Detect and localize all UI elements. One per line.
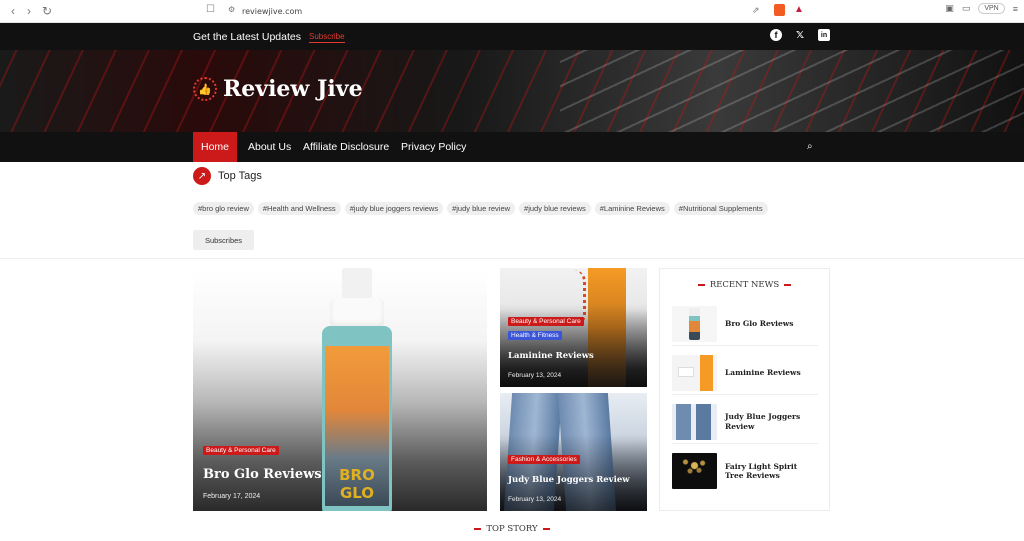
banner-light-streaks — [560, 50, 1024, 132]
site-info-icon[interactable]: ⚙ — [228, 5, 235, 14]
category-badge[interactable]: Beauty & Personal Care — [508, 317, 584, 326]
product-brand-text: BRO GLO — [339, 466, 375, 502]
news-thumbnail — [672, 453, 717, 489]
forward-icon[interactable]: › — [20, 2, 38, 20]
nav-affiliate-disclosure[interactable]: Affiliate Disclosure — [303, 132, 389, 162]
share-icon[interactable]: ⇗ — [752, 5, 760, 16]
category-badge[interactable]: Beauty & Personal Care — [203, 446, 279, 455]
news-thumbnail — [672, 354, 717, 391]
tag-item[interactable]: #judy blue reviews — [519, 202, 591, 215]
product-image: BRO GLO — [322, 268, 392, 511]
menu-icon[interactable]: ≡ — [1013, 4, 1018, 14]
post-card[interactable]: Beauty & Personal Care Health & Fitness … — [500, 268, 647, 387]
subscribe-link[interactable]: Subscribe — [309, 32, 345, 43]
brave-rewards-icon[interactable]: ▲ — [794, 4, 804, 15]
tag-item[interactable]: #bro glo review — [193, 202, 254, 215]
tag-item[interactable]: #judy blue joggers reviews — [344, 202, 444, 215]
category-badge[interactable]: Health & Fitness — [508, 331, 562, 340]
news-thumbnail — [672, 305, 717, 342]
recent-news-label: RECENT NEWS — [709, 280, 780, 290]
bookmark-icon[interactable]: ☐ — [206, 4, 215, 15]
post-date: February 13, 2024 — [508, 372, 562, 379]
section-divider — [0, 258, 1024, 259]
reload-icon[interactable]: ↻ — [38, 2, 56, 20]
featured-post[interactable]: BRO GLO Beauty & Personal Care Bro Glo R… — [193, 268, 487, 511]
top-bar: Get the Latest Updates Subscribe f 𝕏 in — [0, 23, 1024, 50]
subscribes-button[interactable]: Subscribes — [193, 230, 254, 250]
nav-about-us[interactable]: About Us — [248, 132, 291, 162]
brave-shield-icon[interactable] — [774, 4, 785, 16]
tag-list: #bro glo review #Health and Wellness #ju… — [193, 202, 768, 215]
search-icon[interactable]: ⌕ — [807, 141, 813, 152]
url-text[interactable]: reviewjive.com — [242, 7, 302, 16]
category-badge[interactable]: Fashion & Accessories — [508, 455, 580, 464]
news-title[interactable]: Laminine Reviews — [725, 368, 801, 377]
x-icon[interactable]: 𝕏 — [794, 29, 806, 41]
news-title[interactable]: Fairy Light Spirit Tree Reviews — [725, 462, 818, 481]
featured-title[interactable]: Bro Glo Reviews — [203, 467, 322, 482]
wallet-icon[interactable]: ▭ — [962, 3, 971, 14]
news-title[interactable]: Judy Blue Joggers Review — [725, 412, 818, 431]
address-bar[interactable]: ☐ ⚙ reviewjive.com ⇗ ▲ — [200, 2, 820, 21]
main-nav: Home About Us Affiliate Disclosure Priva… — [0, 132, 1024, 162]
recent-news-widget: RECENT NEWS Bro Glo Reviews Laminine Rev… — [659, 268, 830, 511]
nav-privacy-policy[interactable]: Privacy Policy — [401, 132, 466, 162]
trending-icon: ↗ — [193, 167, 211, 185]
tag-item[interactable]: #judy blue review — [447, 202, 516, 215]
tag-item[interactable]: #Health and Wellness — [257, 202, 341, 215]
post-date: February 13, 2024 — [508, 496, 562, 503]
post-title[interactable]: Laminine Reviews — [508, 351, 594, 361]
sidebar-toggle-icon[interactable]: ▣ — [945, 3, 954, 14]
tag-item[interactable]: #Laminine Reviews — [594, 202, 670, 215]
linkedin-icon[interactable]: in — [818, 29, 830, 41]
social-links: f 𝕏 in — [770, 29, 830, 41]
site-name: Review Jive — [223, 76, 363, 102]
news-thumbnail — [672, 403, 717, 440]
news-title[interactable]: Bro Glo Reviews — [725, 319, 793, 328]
recent-news-item[interactable]: Fairy Light Spirit Tree Reviews — [672, 449, 818, 493]
site-logo[interactable]: 👍 Review Jive — [193, 76, 363, 102]
recent-news-item[interactable]: Judy Blue Joggers Review — [672, 400, 818, 444]
facebook-icon[interactable]: f — [770, 29, 782, 41]
card-overlay — [500, 268, 647, 387]
featured-date: February 17, 2024 — [203, 493, 261, 500]
nav-home[interactable]: Home — [193, 132, 238, 162]
top-story-label: TOP STORY — [486, 524, 538, 534]
header-banner: 👍 Review Jive — [0, 50, 1024, 132]
tag-item[interactable]: #Nutritional Supplements — [673, 202, 768, 215]
thumbs-up-icon: 👍 — [193, 77, 217, 101]
vpn-button[interactable]: VPN — [978, 3, 1005, 14]
post-title[interactable]: Judy Blue Joggers Review — [508, 475, 630, 485]
latest-updates-label: Get the Latest Updates — [193, 31, 301, 43]
recent-news-item[interactable]: Bro Glo Reviews — [672, 302, 818, 346]
post-card[interactable]: Fashion & Accessories Judy Blue Joggers … — [500, 393, 647, 511]
top-tags-label: Top Tags — [218, 170, 262, 182]
card-overlay — [500, 393, 647, 511]
browser-toolbar: ‹ › ↻ ☐ ⚙ reviewjive.com ⇗ ▲ ▣ ▭ VPN ≡ — [0, 0, 1024, 23]
recent-news-item[interactable]: Laminine Reviews — [672, 351, 818, 395]
recent-news-heading: RECENT NEWS — [660, 280, 829, 290]
top-story-heading: TOP STORY — [0, 524, 1024, 534]
top-tags-heading: ↗ Top Tags — [193, 167, 262, 185]
